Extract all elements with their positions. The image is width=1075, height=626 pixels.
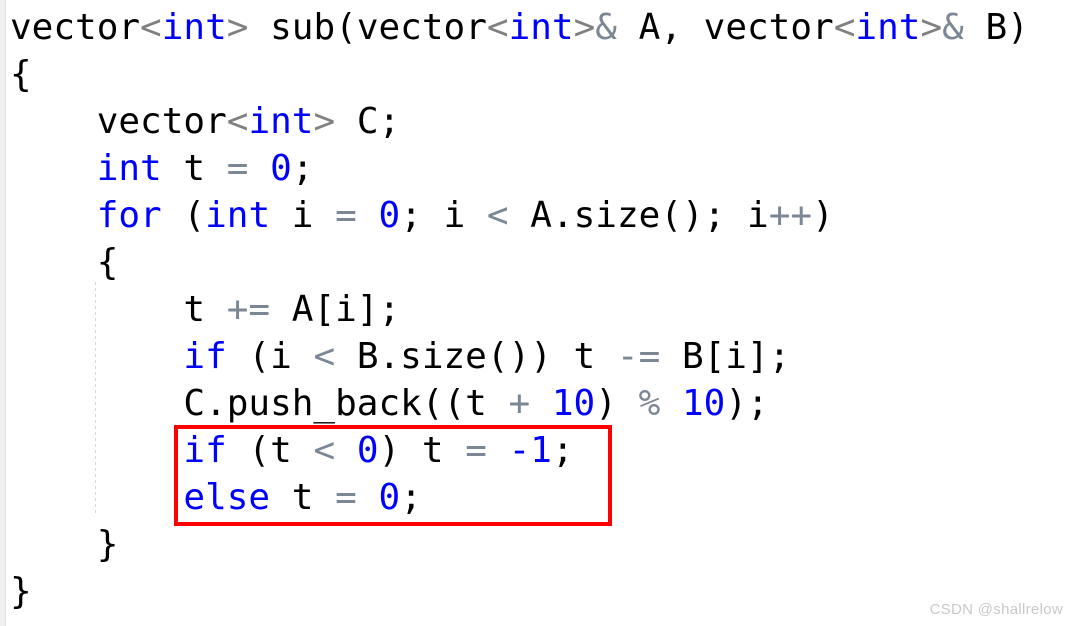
code-token: { [10,54,32,95]
code-line-12[interactable]: } [10,521,1029,568]
code-token: t [10,289,227,330]
code-token: C; [335,101,401,142]
code-token: i [270,195,336,236]
code-token: int [96,148,162,189]
code-token: if [183,336,227,377]
code-line-10[interactable]: if (t < 0) t = -1; [10,427,1029,474]
code-token: 0 [356,430,379,471]
code-line-6[interactable]: { [10,239,1029,286]
code-token: += [226,289,271,330]
code-block[interactable]: vector<int> sub(vector<int>& A, vector<i… [10,4,1029,615]
code-token: > [226,7,249,48]
code-line-11[interactable]: else t = 0; [10,474,1029,521]
code-token: C.push_back((t [10,383,509,424]
code-token: t [161,148,227,189]
code-token: int [248,101,314,142]
code-token: } [10,571,32,612]
csdn-watermark: CSDN @shallrelow [929,601,1063,618]
code-token: (t [226,430,314,471]
code-token: = [335,195,357,236]
code-line-1[interactable]: vector<int> sub(vector<int>& A, vector<i… [10,4,1029,51]
code-line-3[interactable]: vector<int> C; [10,98,1029,145]
code-token: > [920,7,943,48]
code-token: int [205,195,271,236]
code-token: { [10,242,119,283]
code-token: B.size()) t [335,336,617,377]
code-token: ) [595,383,639,424]
code-token: > [313,101,336,142]
code-token: & [942,7,964,48]
code-token: 0 [378,195,401,236]
code-token: A.size(); i [508,195,769,236]
code-token: = [226,148,249,189]
code-token: vector [10,101,227,142]
code-token: B[i]; [660,336,791,377]
code-token: = [335,477,357,518]
code-line-13[interactable]: } [10,568,1029,615]
code-token: sub(vector [248,7,487,48]
code-token: < [140,7,162,48]
code-token: 0 [270,148,292,189]
code-token: -= [616,336,661,377]
code-token: int [508,7,574,48]
code-token: int [161,7,227,48]
code-token: -1 [508,430,552,471]
code-token: 10 [681,383,726,424]
code-token: ; i [400,195,487,236]
code-token: A, vector [616,7,834,48]
code-token: ); [725,383,769,424]
code-token: + [508,383,531,424]
code-token: < [313,336,336,377]
code-token: = [465,430,487,471]
code-token: < [833,7,856,48]
code-token: 10 [551,383,596,424]
code-token: ; [551,430,574,471]
code-token: & [595,7,617,48]
code-token: else [183,477,271,518]
code-line-2[interactable]: { [10,51,1029,98]
code-token: int [855,7,921,48]
code-editor-screenshot: vector<int> sub(vector<int>& A, vector<i… [0,0,1075,626]
code-token: % [638,383,661,424]
code-token: < [313,430,336,471]
code-token: A[i]; [270,289,401,330]
code-token: ) t [378,430,466,471]
code-line-8[interactable]: if (i < B.size()) t -= B[i]; [10,333,1029,380]
code-line-4[interactable]: int t = 0; [10,145,1029,192]
code-token: B) [963,7,1029,48]
code-token: 0 [378,477,401,518]
code-token: if [183,430,227,471]
code-token: ; [291,148,314,189]
code-line-7[interactable]: t += A[i]; [10,286,1029,333]
code-token: ) [812,195,834,236]
code-token: t [270,477,336,518]
editor-gutter-strip [0,0,6,626]
code-token: ( [161,195,206,236]
code-token: ++ [768,195,813,236]
code-token: vector [10,7,141,48]
code-token: } [10,524,119,565]
code-line-9[interactable]: C.push_back((t + 10) % 10); [10,380,1029,427]
code-token: < [226,101,249,142]
code-token: ; [400,477,422,518]
code-token: < [486,195,509,236]
code-line-5[interactable]: for (int i = 0; i < A.size(); i++) [10,192,1029,239]
code-token: > [573,7,596,48]
code-token: for [96,195,162,236]
code-token: < [486,7,509,48]
code-token: (i [226,336,314,377]
